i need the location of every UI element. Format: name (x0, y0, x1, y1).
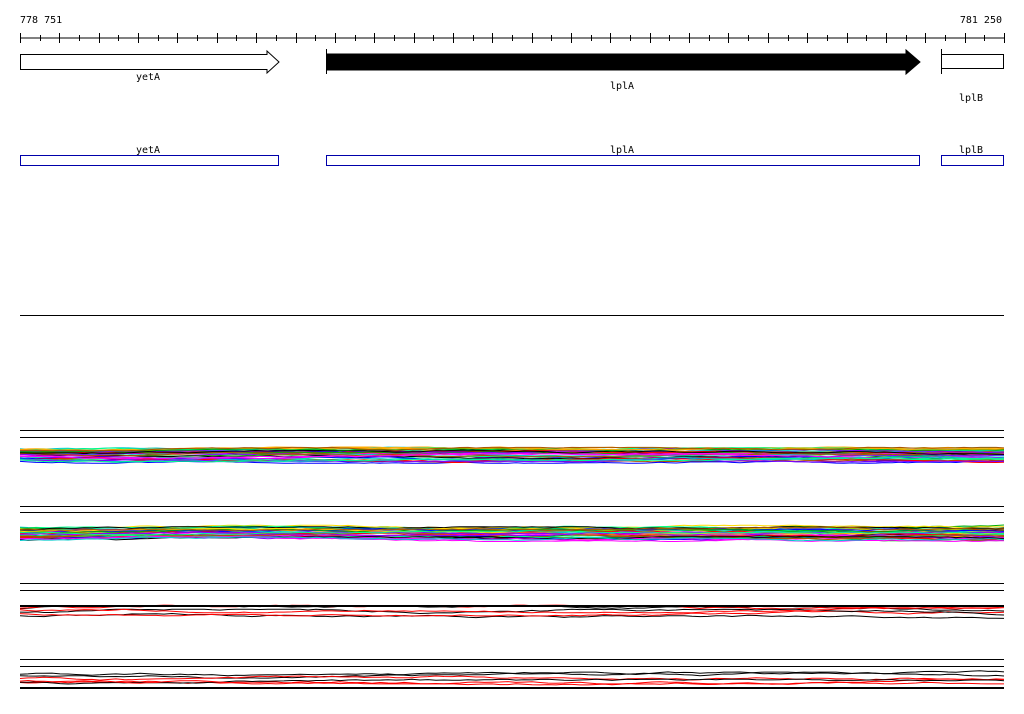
ruler-start-label: 778 751 (20, 15, 62, 26)
annotation-lplA-label: lplA (610, 145, 634, 156)
track-2-lines (19, 524, 1005, 542)
gene-track: yetA lplA lplB (20, 48, 1004, 104)
expression-track-1 (19, 430, 1005, 464)
track-3-lines (19, 604, 1005, 619)
coordinate-ruler: 778 751 781 250 (20, 15, 1005, 43)
annotation-lplB-box[interactable] (941, 155, 1004, 166)
genome-browser-view: 778 751 781 250 yetA lplA lplB yetA lplA… (19, 15, 1005, 689)
ruler-end-label: 781 250 (960, 15, 1002, 26)
expression-track-3 (19, 583, 1005, 619)
gene-yetA-label: yetA (136, 72, 160, 83)
expression-track-4 (19, 659, 1005, 689)
annotation-lplA-box[interactable] (326, 155, 920, 166)
expression-track-2 (19, 506, 1005, 542)
track-4-profile-line (19, 670, 1005, 677)
gene-lplB-label: lplB (959, 93, 983, 104)
gene-lplB-arrow[interactable] (941, 54, 1004, 69)
gene-yetA[interactable]: yetA (20, 49, 280, 83)
annotation-track: yetA lplA lplB (20, 145, 1004, 166)
gene-lplA-arrow[interactable] (326, 48, 921, 76)
gene-yetA-arrow[interactable] (20, 49, 280, 75)
track-4-lines (19, 670, 1005, 689)
track-1-lines (19, 446, 1005, 464)
gene-lplB[interactable]: lplB (941, 49, 1004, 104)
gene-lplA[interactable]: lplA (326, 48, 921, 92)
annotation-yetA-label: yetA (136, 145, 160, 156)
annotation-yetA-box[interactable] (20, 155, 279, 166)
annotation-lplB-label: lplB (959, 145, 983, 156)
gene-lplA-label: lplA (610, 81, 634, 92)
